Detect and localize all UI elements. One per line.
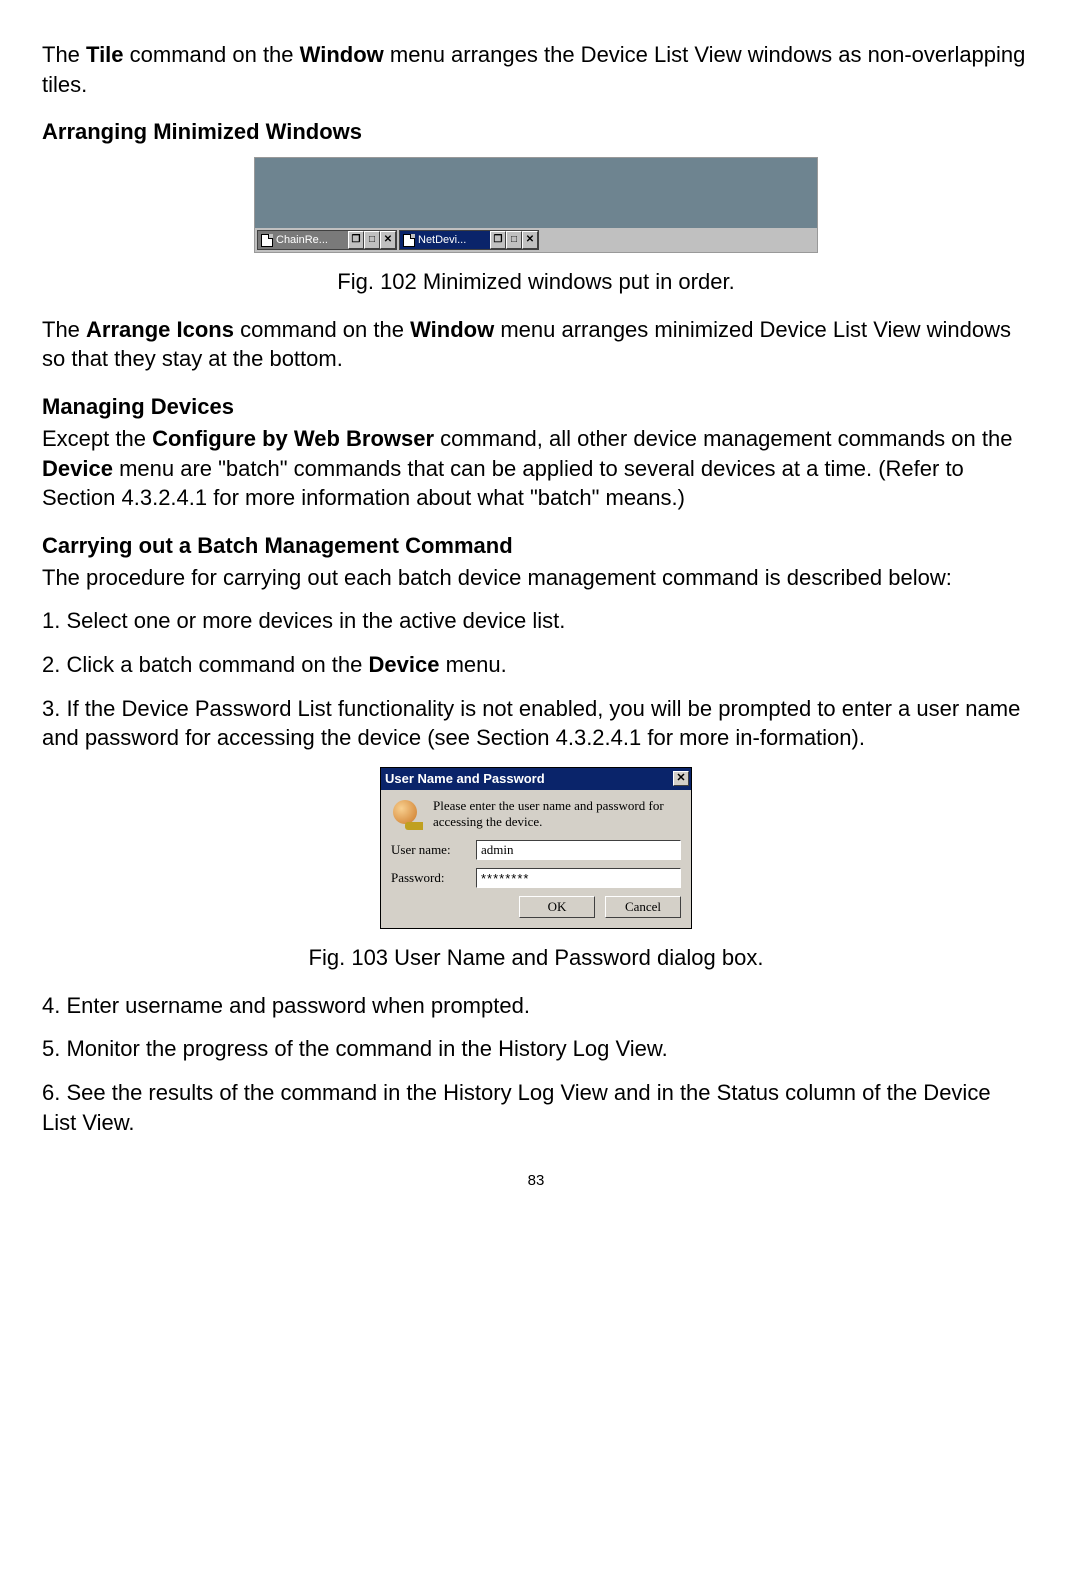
heading-batch-command: Carrying out a Batch Management Command [42, 531, 1030, 561]
page-number: 83 [42, 1171, 1030, 1191]
paragraph-arrange-icons: The Arrange Icons command on the Window … [42, 315, 1030, 374]
keys-icon [391, 798, 423, 830]
step-4: 4. Enter username and password when prom… [42, 991, 1030, 1021]
step-6: 6. See the results of the command in the… [42, 1078, 1030, 1137]
restore-icon[interactable]: ❐ [490, 231, 506, 249]
close-icon[interactable]: ✕ [380, 231, 396, 249]
cancel-button[interactable]: Cancel [605, 896, 681, 918]
restore-icon[interactable]: ❐ [348, 231, 364, 249]
document-icon [403, 234, 415, 247]
close-icon[interactable]: ✕ [522, 231, 538, 249]
minimized-window-1[interactable]: ChainRe... ❐ □ ✕ [257, 230, 397, 250]
password-input[interactable] [476, 868, 681, 888]
step-5: 5. Monitor the progress of the command i… [42, 1034, 1030, 1064]
minimized-window-2-title: NetDevi... [418, 233, 466, 248]
dialog-title: User Name and Password [385, 770, 545, 788]
step-3: 3. If the Device Password List functiona… [42, 694, 1030, 753]
paragraph-tile: The Tile command on the Window menu arra… [42, 40, 1030, 99]
username-input[interactable] [476, 840, 681, 860]
heading-managing-devices: Managing Devices [42, 392, 1030, 422]
ok-button[interactable]: OK [519, 896, 595, 918]
close-icon[interactable]: ✕ [673, 771, 689, 786]
minimized-window-2[interactable]: NetDevi... ❐ □ ✕ [399, 230, 539, 250]
password-label: Password: [391, 869, 476, 887]
fig102-mdi-area [255, 158, 817, 228]
heading-arranging-minimized: Arranging Minimized Windows [42, 117, 1030, 147]
figure-103-caption: Fig. 103 User Name and Password dialog b… [42, 943, 1030, 973]
figure-102-caption: Fig. 102 Minimized windows put in order. [42, 267, 1030, 297]
dialog-message: Please enter the user name and password … [433, 798, 681, 831]
maximize-icon[interactable]: □ [506, 231, 522, 249]
maximize-icon[interactable]: □ [364, 231, 380, 249]
step-1: 1. Select one or more devices in the act… [42, 606, 1030, 636]
document-icon [261, 234, 273, 247]
fig102-taskbar: ChainRe... ❐ □ ✕ NetDevi... ❐ □ ✕ [255, 228, 817, 252]
figure-103-dialog: User Name and Password ✕ Please enter th… [380, 767, 692, 929]
paragraph-managing-devices: Except the Configure by Web Browser comm… [42, 424, 1030, 513]
username-label: User name: [391, 841, 476, 859]
step-2: 2. Click a batch command on the Device m… [42, 650, 1030, 680]
minimized-window-1-title: ChainRe... [276, 233, 328, 248]
dialog-titlebar[interactable]: User Name and Password ✕ [381, 768, 691, 790]
figure-102: ChainRe... ❐ □ ✕ NetDevi... ❐ □ ✕ [254, 157, 818, 253]
paragraph-batch-intro: The procedure for carrying out each batc… [42, 563, 1030, 593]
